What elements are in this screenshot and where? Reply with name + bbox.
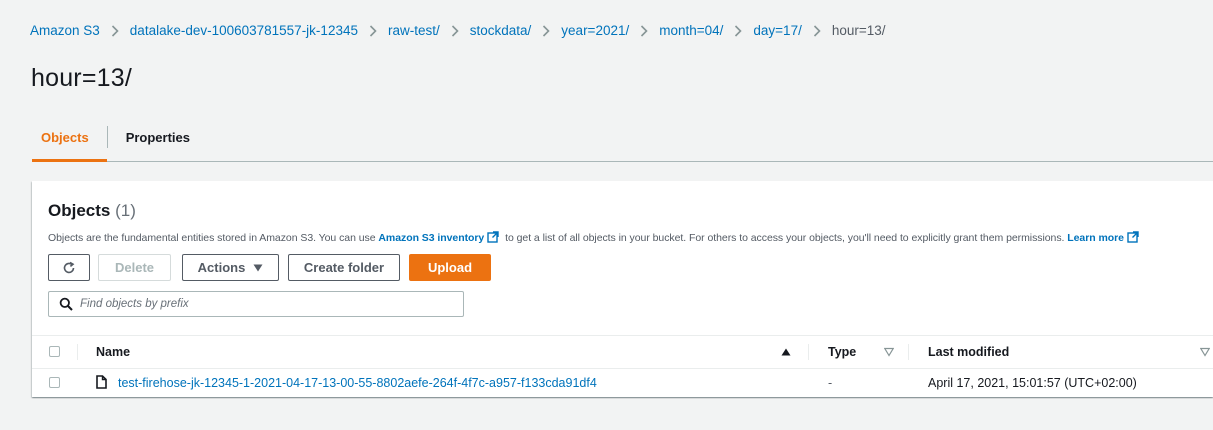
breadcrumb-day[interactable]: day=17/ bbox=[753, 23, 801, 38]
caret-down-icon bbox=[253, 264, 263, 272]
page-title: hour=13/ bbox=[31, 64, 132, 92]
create-folder-button[interactable]: Create folder bbox=[288, 254, 400, 281]
objects-panel: Objects (1) Objects are the fundamental … bbox=[32, 181, 1213, 397]
file-icon bbox=[96, 375, 107, 389]
column-header-last-modified[interactable]: Last modified bbox=[928, 345, 1009, 359]
search-input[interactable] bbox=[80, 298, 440, 310]
tab-objects[interactable]: Objects bbox=[32, 113, 107, 162]
column-separator bbox=[77, 344, 78, 360]
refresh-icon bbox=[62, 261, 76, 275]
description-text-2: to get a list of all objects in your buc… bbox=[502, 232, 1068, 244]
objects-description: Objects are the fundamental entities sto… bbox=[48, 231, 1142, 244]
breadcrumb-raw-test[interactable]: raw-test/ bbox=[388, 23, 440, 38]
tab-properties[interactable]: Properties bbox=[108, 113, 208, 161]
chevron-right-icon bbox=[812, 24, 822, 37]
chevron-right-icon bbox=[450, 24, 460, 37]
objects-count: (1) bbox=[115, 201, 136, 220]
breadcrumb-month[interactable]: month=04/ bbox=[659, 23, 723, 38]
external-link-icon[interactable] bbox=[1127, 231, 1139, 243]
actions-button[interactable]: Actions bbox=[182, 254, 279, 281]
object-last-modified: April 17, 2021, 15:01:57 (UTC+02:00) bbox=[928, 376, 1137, 390]
learn-more-link[interactable]: Learn more bbox=[1067, 232, 1124, 244]
column-separator bbox=[908, 344, 909, 360]
chevron-right-icon bbox=[368, 24, 378, 37]
sort-ascending-icon[interactable] bbox=[781, 347, 791, 357]
row-checkbox[interactable] bbox=[49, 377, 60, 388]
upload-button[interactable]: Upload bbox=[409, 254, 491, 281]
description-text-1: Objects are the fundamental entities sto… bbox=[48, 232, 379, 244]
delete-button[interactable]: Delete bbox=[98, 254, 171, 281]
column-header-type[interactable]: Type bbox=[828, 345, 856, 359]
object-type: - bbox=[828, 376, 833, 390]
breadcrumb-stockdata[interactable]: stockdata/ bbox=[470, 23, 532, 38]
breadcrumb-year[interactable]: year=2021/ bbox=[561, 23, 629, 38]
objects-heading-label: Objects bbox=[48, 201, 111, 220]
search-box bbox=[48, 291, 464, 317]
sort-descending-icon[interactable] bbox=[884, 347, 894, 357]
refresh-button[interactable] bbox=[48, 254, 90, 281]
breadcrumb-amazon-s3[interactable]: Amazon S3 bbox=[30, 23, 100, 38]
chevron-right-icon bbox=[110, 24, 120, 37]
breadcrumb: Amazon S3 datalake-dev-100603781557-jk-1… bbox=[30, 23, 886, 38]
external-link-icon[interactable] bbox=[487, 231, 499, 243]
table-header: Name Type Last modified bbox=[32, 335, 1213, 369]
actions-label: Actions bbox=[197, 260, 246, 275]
column-separator bbox=[808, 344, 809, 360]
chevron-right-icon bbox=[733, 24, 743, 37]
tab-bar: Objects Properties bbox=[32, 113, 1213, 162]
table-row: test-firehose-jk-12345-1-2021-04-17-13-0… bbox=[32, 370, 1213, 396]
object-name-link[interactable]: test-firehose-jk-12345-1-2021-04-17-13-0… bbox=[118, 376, 597, 390]
sort-descending-icon[interactable] bbox=[1200, 347, 1210, 357]
column-header-name[interactable]: Name bbox=[96, 345, 130, 359]
breadcrumb-bucket[interactable]: datalake-dev-100603781557-jk-12345 bbox=[130, 23, 358, 38]
select-all-checkbox[interactable] bbox=[49, 346, 60, 357]
breadcrumb-current: hour=13/ bbox=[831, 23, 886, 38]
objects-heading: Objects (1) bbox=[48, 201, 136, 221]
s3-inventory-link[interactable]: Amazon S3 inventory bbox=[378, 232, 484, 244]
search-icon bbox=[59, 297, 73, 311]
chevron-right-icon bbox=[541, 24, 551, 37]
chevron-right-icon bbox=[639, 24, 649, 37]
